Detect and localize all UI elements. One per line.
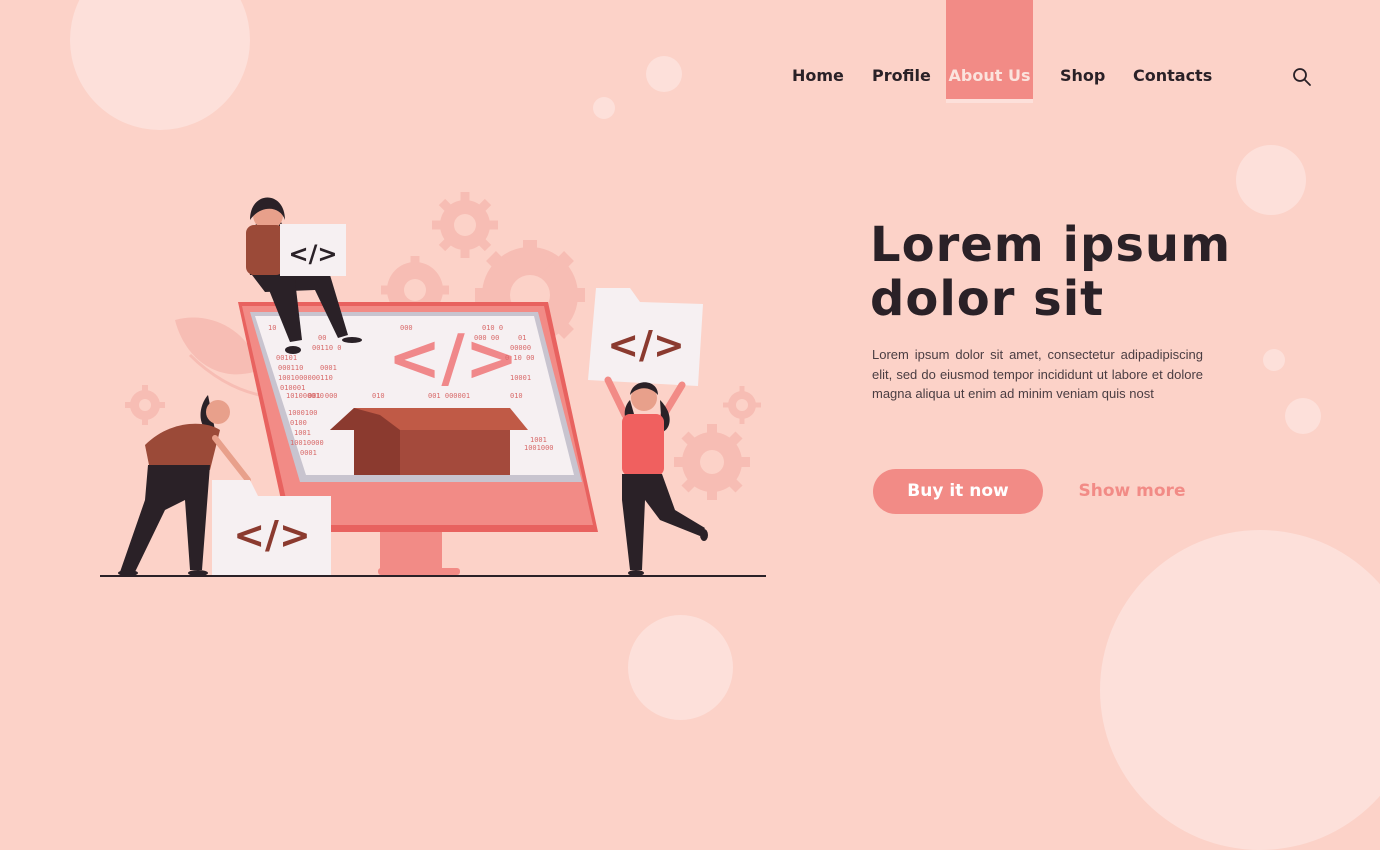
hero-title-line2: dolor sit [870, 271, 1105, 327]
code-card-label: </> [289, 240, 338, 268]
svg-text:000110: 000110 [278, 364, 303, 372]
svg-text:010: 010 [510, 392, 523, 400]
svg-text:1001: 1001 [530, 436, 547, 444]
svg-text:0001: 0001 [320, 364, 337, 372]
nav-home[interactable]: Home [792, 66, 844, 85]
woman-cheering: </> [588, 288, 708, 576]
bg-circle [1263, 349, 1285, 371]
nav-about-us-label: About Us [948, 66, 1031, 85]
bg-circle [70, 0, 250, 130]
svg-text:001 000: 001 000 [308, 392, 338, 400]
svg-text:1001000000110: 1001000000110 [278, 374, 333, 382]
svg-text:010: 010 [372, 392, 385, 400]
gear-icon [125, 385, 165, 425]
svg-text:10001: 10001 [510, 374, 531, 382]
bg-circle [1100, 530, 1380, 850]
main-nav: Home Profile About Us Shop Contacts [760, 0, 1320, 110]
search-icon[interactable] [1292, 67, 1312, 87]
svg-text:10: 10 [268, 324, 276, 332]
svg-text:000 00: 000 00 [474, 334, 499, 342]
svg-text:10010000: 10010000 [290, 439, 324, 447]
bg-circle [593, 97, 615, 119]
svg-text:1001: 1001 [294, 429, 311, 437]
svg-text:0001: 0001 [300, 449, 317, 457]
developer-illustration: </> 10 00 000 010 0 000 00 01 00110 0 00… [100, 192, 766, 577]
bg-circle [1285, 398, 1321, 434]
svg-text:1000100: 1000100 [288, 409, 318, 417]
svg-text:00110 0: 00110 0 [312, 344, 342, 352]
nav-about-us[interactable]: About Us [946, 0, 1033, 103]
nav-active-indicator [946, 99, 1033, 103]
nav-contacts[interactable]: Contacts [1133, 66, 1212, 85]
svg-text:010 0: 010 0 [482, 324, 503, 332]
show-more-button[interactable]: Show more [1070, 469, 1194, 514]
svg-text:00101: 00101 [276, 354, 297, 362]
svg-text:0100: 0100 [290, 419, 307, 427]
nav-profile[interactable]: Profile [872, 66, 931, 85]
svg-text:00: 00 [318, 334, 326, 342]
code-card-label: </> [233, 513, 311, 557]
svg-text:1001000: 1001000 [524, 444, 554, 452]
svg-text:001 000001: 001 000001 [428, 392, 470, 400]
hero-title: Lorem ipsum dolor sit [870, 218, 1231, 326]
bg-circle [1236, 145, 1306, 215]
hero-title-line1: Lorem ipsum [870, 217, 1232, 273]
gear-icon [432, 192, 498, 258]
bg-circle [646, 56, 682, 92]
buy-it-now-button[interactable]: Buy it now [873, 469, 1043, 514]
svg-text:01: 01 [518, 334, 526, 342]
code-card-label: </> [607, 323, 685, 367]
open-box-icon [330, 408, 528, 475]
gear-icon [723, 386, 761, 424]
svg-text:0 10 00: 0 10 00 [505, 354, 535, 362]
gear-icon [674, 424, 750, 500]
svg-text:00000: 00000 [510, 344, 531, 352]
hero-description: Lorem ipsum dolor sit amet, consectetur … [872, 347, 1203, 401]
svg-text:010001: 010001 [280, 384, 305, 392]
bg-circle [628, 615, 733, 720]
nav-shop[interactable]: Shop [1060, 66, 1105, 85]
svg-text:000: 000 [400, 324, 413, 332]
